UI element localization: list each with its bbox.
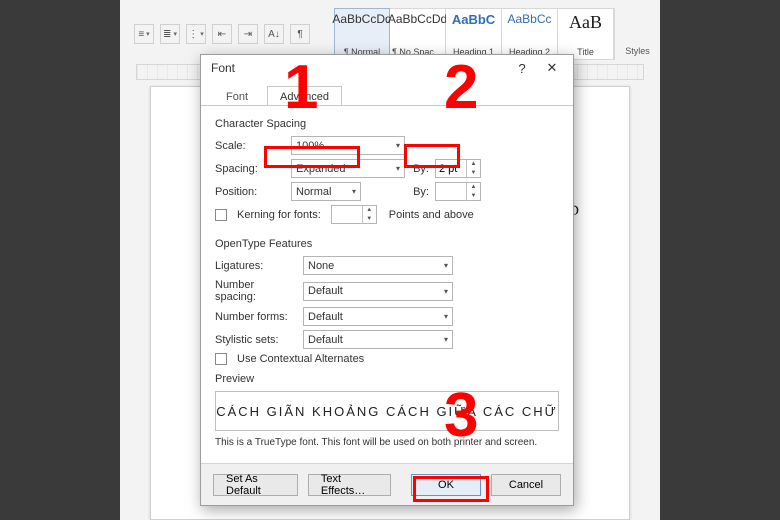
numforms-label: Number forms:: [215, 311, 297, 323]
style-nospacing[interactable]: AaBbCcDd¶ No Spac…: [390, 8, 446, 60]
pilcrow-button[interactable]: ¶: [290, 24, 310, 44]
kerning-checkbox[interactable]: [215, 209, 227, 221]
position-label: Position:: [215, 186, 285, 198]
indent-right-button[interactable]: ⇥: [238, 24, 258, 44]
ligatures-label: Ligatures:: [215, 260, 297, 272]
spin-up-icon[interactable]: ▲: [467, 183, 480, 192]
scale-label: Scale:: [215, 140, 285, 152]
position-by-label: By:: [367, 186, 429, 198]
scale-combo[interactable]: 100%▾: [291, 136, 405, 155]
chevron-down-icon: ▾: [396, 141, 400, 150]
preview-title: Preview: [215, 373, 559, 385]
tab-font[interactable]: Font: [213, 86, 261, 105]
style-heading1[interactable]: AaBbCHeading 1: [446, 8, 502, 60]
set-default-button[interactable]: Set As Default: [213, 474, 298, 496]
spacing-by-label: By:: [411, 163, 429, 175]
spacing-by-input[interactable]: [436, 163, 466, 175]
chevron-down-icon: ▾: [444, 335, 448, 344]
contextual-checkbox[interactable]: [215, 353, 227, 365]
dialog-title: Font: [211, 61, 235, 75]
stylistic-label: Stylistic sets:: [215, 334, 297, 346]
style-heading2[interactable]: AaBbCcHeading 2: [502, 8, 558, 60]
dialog-footer: Set As Default Text Effects… OK Cancel: [201, 463, 573, 505]
numspacing-combo[interactable]: Default▾: [303, 282, 453, 301]
text-effects-button[interactable]: Text Effects…: [308, 474, 391, 496]
dialog-titlebar[interactable]: Font ? ✕: [201, 55, 573, 81]
numbering-button[interactable]: ≣▾: [160, 24, 180, 44]
position-by-spinner[interactable]: ▲▼: [435, 182, 481, 201]
dialog-body: Character Spacing Scale: 100%▾ Spacing: …: [201, 105, 573, 463]
preview-hint: This is a TrueType font. This font will …: [215, 437, 559, 448]
preview-box: CÁCH GIÃN KHOẢNG CÁCH GIỮA CÁC CHỮ: [215, 391, 559, 431]
opentype-title: OpenType Features: [215, 238, 559, 250]
chevron-down-icon: ▾: [444, 312, 448, 321]
style-title[interactable]: AaBTitle: [558, 8, 614, 60]
font-dialog: Font ? ✕ Font Advanced Character Spacing…: [200, 54, 574, 506]
multilevel-button[interactable]: ⋮▾: [186, 24, 206, 44]
numspacing-label: Number spacing:: [215, 279, 297, 303]
chevron-down-icon: ▾: [444, 287, 448, 296]
chevron-down-icon: ▾: [444, 261, 448, 270]
spin-down-icon[interactable]: ▼: [467, 192, 480, 201]
chevron-down-icon: ▾: [352, 187, 356, 196]
close-button[interactable]: ✕: [537, 57, 567, 79]
spin-up-icon[interactable]: ▲: [363, 206, 376, 215]
ribbon-paragraph-group: ≡▾ ≣▾ ⋮▾ ⇤ ⇥ A↓ ¶: [120, 24, 310, 44]
ligatures-combo[interactable]: None▾: [303, 256, 453, 275]
dialog-tabs: Font Advanced: [201, 81, 573, 105]
kerning-label: Kerning for fonts:: [237, 209, 321, 221]
chevron-down-icon: ▾: [396, 164, 400, 173]
stylistic-combo[interactable]: Default▾: [303, 330, 453, 349]
spin-up-icon[interactable]: ▲: [467, 160, 480, 169]
help-button[interactable]: ?: [507, 57, 537, 79]
kerning-input[interactable]: [332, 209, 362, 221]
tab-advanced[interactable]: Advanced: [267, 86, 342, 105]
position-by-input[interactable]: [436, 186, 466, 198]
styles-caption: Styles: [614, 8, 660, 60]
spacing-label: Spacing:: [215, 163, 285, 175]
spin-down-icon[interactable]: ▼: [363, 215, 376, 224]
cancel-button[interactable]: Cancel: [491, 474, 561, 496]
indent-left-button[interactable]: ⇤: [212, 24, 232, 44]
ok-button[interactable]: OK: [411, 474, 481, 496]
style-normal[interactable]: AaBbCcDd¶ Normal: [334, 8, 390, 60]
kerning-spinner[interactable]: ▲▼: [331, 205, 377, 224]
position-combo[interactable]: Normal▾: [291, 182, 361, 201]
spacing-combo[interactable]: Expanded▾: [291, 159, 405, 178]
sort-button[interactable]: A↓: [264, 24, 284, 44]
spin-down-icon[interactable]: ▼: [467, 169, 480, 178]
contextual-label: Use Contextual Alternates: [237, 353, 364, 365]
spacing-by-spinner[interactable]: ▲▼: [435, 159, 481, 178]
character-spacing-title: Character Spacing: [215, 118, 559, 130]
bullets-button[interactable]: ≡▾: [134, 24, 154, 44]
kerning-after-label: Points and above: [389, 209, 474, 221]
numforms-combo[interactable]: Default▾: [303, 307, 453, 326]
styles-gallery[interactable]: AaBbCcDd¶ Normal AaBbCcDd¶ No Spac… AaBb…: [334, 8, 660, 60]
